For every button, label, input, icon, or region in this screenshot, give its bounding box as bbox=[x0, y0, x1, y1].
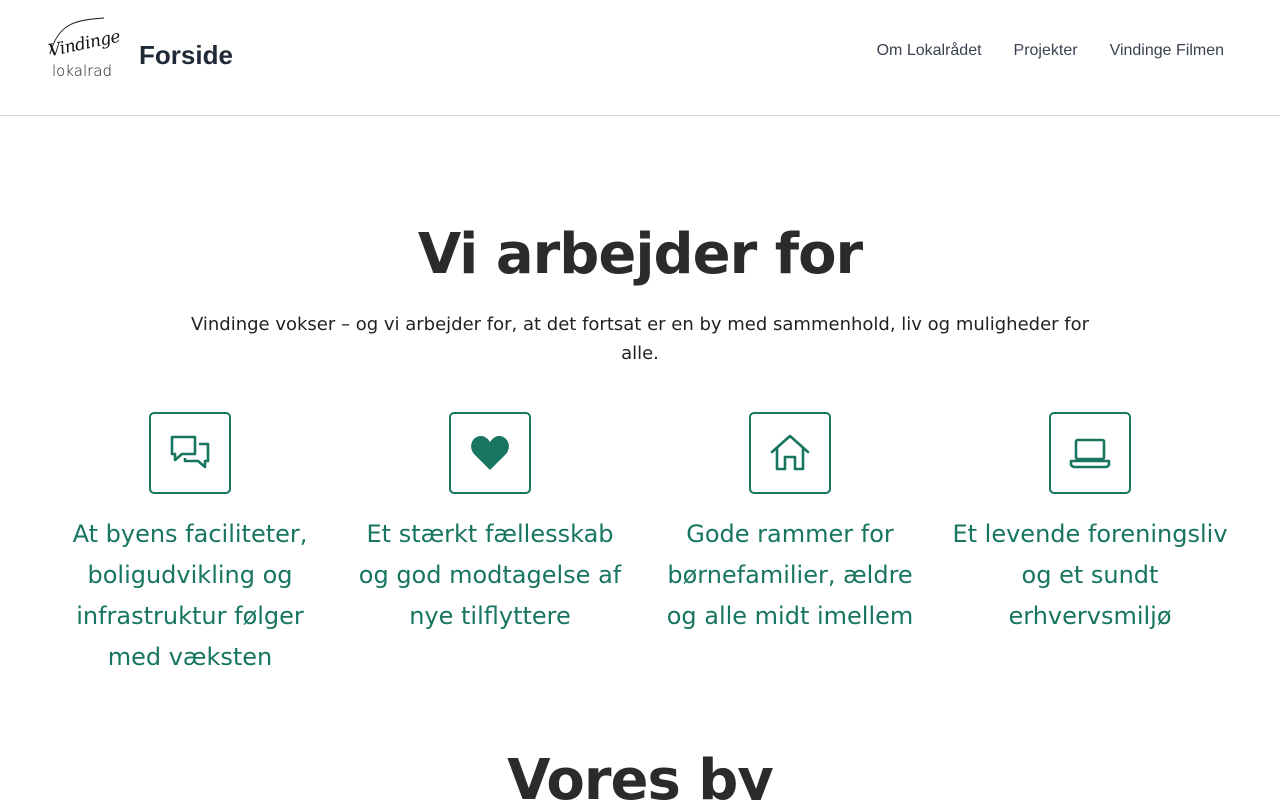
chat-bubbles-icon bbox=[149, 412, 231, 494]
site-logo[interactable]: Vindinge lokalrad bbox=[44, 14, 122, 84]
feature-card: Et levende foreningsliv og et sundt erhv… bbox=[950, 412, 1230, 637]
feature-card: Gode rammer for børnefamilier, ældre og … bbox=[650, 412, 930, 637]
feature-title: Et levende foreningsliv og et sundt erhv… bbox=[952, 520, 1228, 630]
logo-word-text: lokalrad bbox=[52, 62, 113, 80]
hero-title: Vi arbejder for bbox=[417, 222, 863, 287]
feature-title: Gode rammer for børnefamilier, ældre og … bbox=[666, 520, 914, 630]
heart-icon bbox=[449, 412, 531, 494]
hero-text: Vindinge vokser – og vi arbejder for, at… bbox=[190, 314, 1090, 364]
site-header: Vindinge lokalrad Forside Om Lokalrådet … bbox=[0, 0, 1280, 116]
feature-title: At byens faciliteter, boligudvikling og … bbox=[72, 520, 308, 671]
laptop-icon bbox=[1049, 412, 1131, 494]
section-title: Vores by bbox=[507, 748, 774, 800]
main-nav: Om Lokalrådet Projekter Vindinge Filmen bbox=[877, 42, 1224, 60]
house-icon bbox=[749, 412, 831, 494]
nav-item-projekter[interactable]: Projekter bbox=[1014, 42, 1078, 60]
feature-card: At byens faciliteter, boligudvikling og … bbox=[50, 412, 330, 678]
site-title[interactable]: Forside bbox=[139, 40, 233, 71]
feature-card: Et stærkt fællesskab og god modtagelse a… bbox=[350, 412, 630, 637]
feature-title: Et stærkt fællesskab og god modtagelse a… bbox=[358, 520, 622, 630]
nav-item-vindinge-filmen[interactable]: Vindinge Filmen bbox=[1110, 42, 1224, 60]
nav-item-om-lokalraadet[interactable]: Om Lokalrådet bbox=[877, 42, 982, 60]
